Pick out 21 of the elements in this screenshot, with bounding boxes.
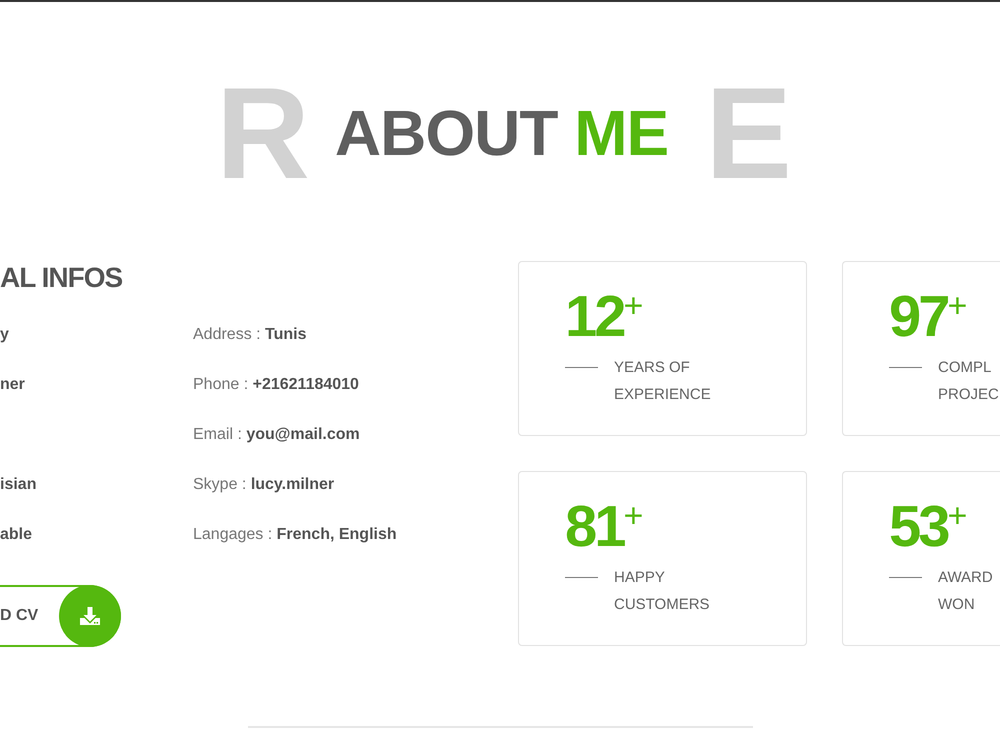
info-value: y (0, 326, 9, 343)
stat-label: YEARS OF EXPERIENCE (614, 358, 711, 405)
info-line: Email : you@mail.com (193, 425, 360, 445)
info-value: ner (0, 376, 25, 393)
stat-number: 53$^{+}$ (889, 498, 968, 556)
download-icon (59, 585, 121, 647)
stat-label: HAPPY CUSTOMERS (614, 568, 710, 615)
stat-label: AWARD WON (938, 568, 993, 615)
stat-number: 12$^{+}$ (565, 288, 644, 346)
info-line: Address : Tunis (193, 325, 307, 345)
info-line: Phone : +21621184010 (193, 375, 359, 395)
stat-number: 81$^{+}$ (565, 498, 644, 556)
download-cv-button[interactable]: D CV (0, 585, 121, 647)
info-line: Langages : French, English (193, 525, 397, 545)
section-title: ABOUT ME (334, 101, 668, 165)
section-heading: AL INFOS (0, 261, 122, 295)
stat-number: 97$^{+}$ (889, 288, 968, 346)
info-line: Skype : lucy.milner (193, 475, 334, 495)
info-value: isian (0, 476, 36, 493)
stat-label: COMPL PROJEC (938, 358, 999, 405)
info-value: able (0, 526, 32, 543)
